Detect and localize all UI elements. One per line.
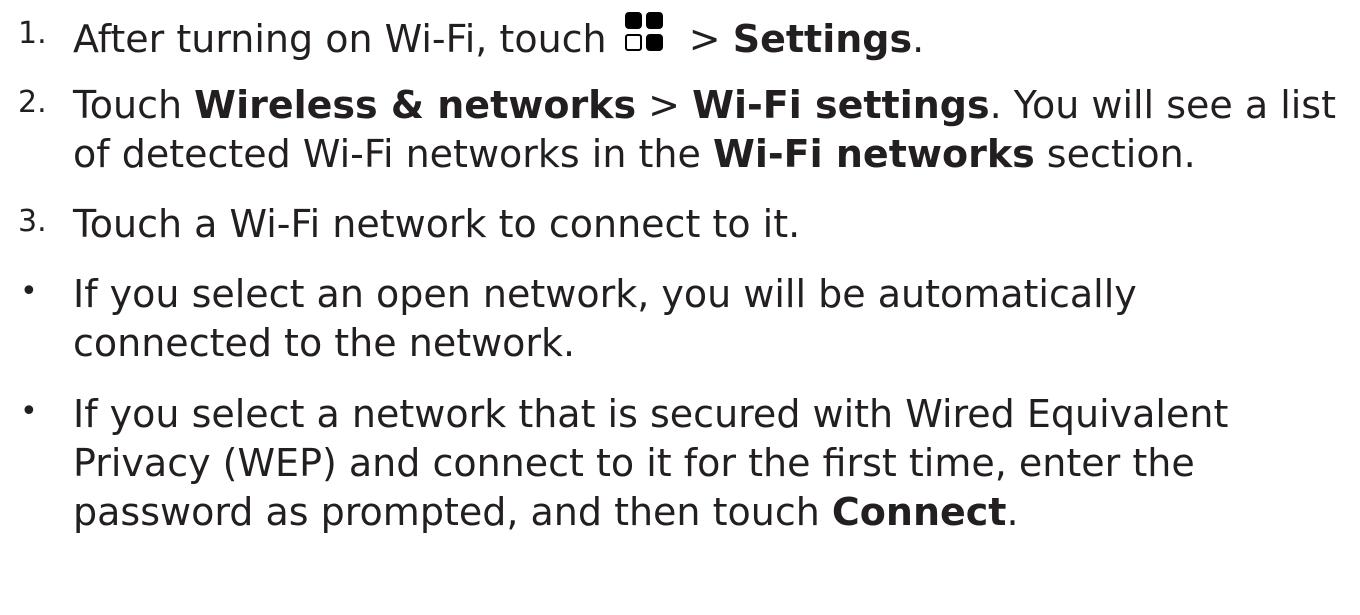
step-text-segment: > (636, 83, 693, 127)
step-text: After turning on Wi-Fi, touch > Settings… (73, 12, 1353, 61)
apps-grid-icon (624, 12, 665, 56)
settings-label: Settings (732, 17, 913, 61)
wifi-networks-label: Wi-Fi networks (712, 132, 1035, 176)
step-number: 1. (18, 16, 47, 51)
bullet-text: If you select an open network, you will … (73, 270, 1353, 368)
instructions-document: 1. After turning on Wi-Fi, touch > Setti… (0, 0, 1360, 615)
step-text-segment: Touch (73, 83, 195, 127)
bullet-text: If you select a network that is secured … (73, 390, 1353, 537)
bullet-text-segment: . (1006, 490, 1019, 534)
step-line: Touch Wireless & networks > Wi-Fi settin… (73, 81, 1353, 130)
step-text-segment: . You will see a list (989, 83, 1337, 127)
wifi-settings-label: Wi-Fi settings (692, 83, 990, 127)
bullet-line: connected to the network. (73, 321, 576, 365)
step-text: Touch a Wi-Fi network to connect to it. (73, 200, 1353, 249)
bullet-line: password as prompted, and then touch Con… (73, 488, 1353, 537)
step-text-segment: section. (1034, 132, 1196, 176)
step-line: After turning on Wi-Fi, touch > Settings… (73, 12, 1353, 61)
step-text-segment: of detected Wi-Fi networks in the (73, 132, 713, 176)
bullet-line: If you select an open network, you will … (73, 272, 1137, 316)
bullet-line: If you select a network that is secured … (73, 392, 1229, 436)
step-text-segment: . (912, 17, 925, 61)
step-line: Touch a Wi-Fi network to connect to it. (73, 202, 801, 246)
step-number: 2. (18, 85, 47, 120)
connect-label: Connect (831, 490, 1007, 534)
step-text-segment: After turning on Wi-Fi, touch (73, 17, 619, 61)
bullet-icon: • (20, 394, 38, 429)
wireless-networks-label: Wireless & networks (194, 83, 637, 127)
step-line: of detected Wi-Fi networks in the Wi-Fi … (73, 130, 1353, 179)
step-text-segment: > (676, 17, 733, 61)
bullet-icon: • (20, 274, 38, 309)
bullet-line: Privacy (WEP) and connect to it for the … (73, 441, 1195, 485)
step-text: Touch Wireless & networks > Wi-Fi settin… (73, 81, 1353, 179)
bullet-text-segment: password as prompted, and then touch (73, 490, 832, 534)
step-number: 3. (18, 204, 47, 239)
